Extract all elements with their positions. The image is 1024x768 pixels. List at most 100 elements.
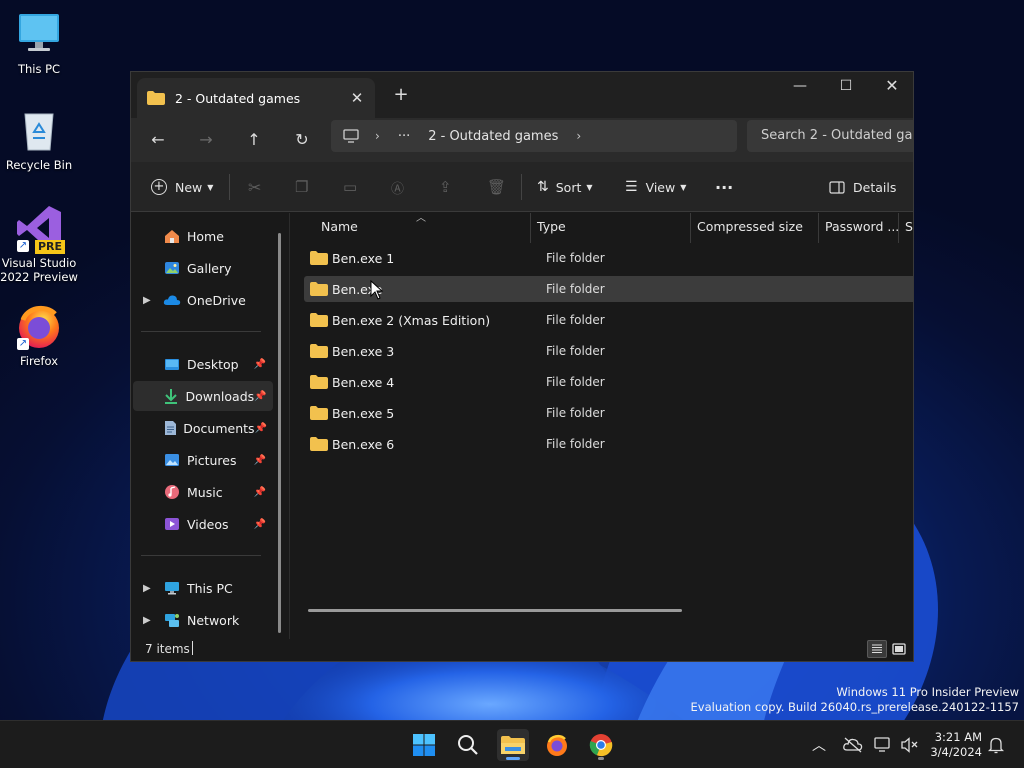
column-password[interactable]: Password ... [819,213,899,243]
file-row[interactable]: Ben.exe 1 File folder [304,245,913,271]
file-name: Ben.exe 2 (Xmas Edition) [332,312,491,328]
gallery-icon [163,259,181,277]
desktop-icon-recycle-bin[interactable]: Recycle Bin [0,106,78,172]
folder-icon [310,437,328,451]
column-type[interactable]: Type [531,213,691,243]
visual-studio-icon: PRE ↗ [15,204,65,254]
view-button[interactable]: ☰ View ▼ [625,176,686,198]
nav-item-documents[interactable]: Documents 📌 [133,413,273,443]
windows-logo-icon [413,734,435,756]
file-row[interactable]: Ben.exe 5 File folder [304,400,913,426]
column-size[interactable]: Si [899,213,913,243]
pin-icon[interactable]: 📌 [253,359,267,370]
taskbar-firefox[interactable] [541,729,573,761]
notification-bell-icon[interactable] [988,736,1004,754]
nav-item-music[interactable]: Music 📌 [133,477,273,507]
close-tab-icon[interactable]: ✕ [347,89,367,107]
nav-item-desktop[interactable]: Desktop 📌 [133,349,273,379]
paste-button[interactable]: ▭ [343,176,357,198]
file-row[interactable]: Ben.exe 4 File folder [304,369,913,395]
pin-icon[interactable]: 📌 [255,423,267,434]
taskbar-chrome[interactable] [585,729,617,761]
file-type: File folder [546,406,605,420]
file-name: Ben.exe 4 [332,374,395,390]
desktop-icon-firefox[interactable]: ↗ Firefox [0,302,78,368]
document-icon [163,419,177,437]
divider [141,331,261,332]
refresh-button[interactable]: ↻ [287,126,317,154]
chevron-right-icon[interactable]: › [375,129,380,143]
minimize-button[interactable]: — [777,72,823,102]
chevron-up-icon[interactable]: ︿ [812,735,826,755]
forward-button[interactable]: → [191,126,221,154]
nav-item-network[interactable]: ▶ Network [133,605,273,635]
more-options-button[interactable]: ··· [715,176,733,198]
desktop-icon-this-pc[interactable]: This PC [0,10,78,76]
network-status-icon[interactable] [874,737,892,753]
details-pane-icon [829,180,845,194]
download-icon [163,387,180,405]
desktop-icon-visual-studio[interactable]: PRE ↗ Visual Studio 2022 Preview [0,204,78,284]
chevron-right-icon[interactable]: ▶ [143,615,151,626]
new-button[interactable]: + New ▼ [151,176,213,198]
back-button[interactable]: ← [143,126,173,154]
nav-item-pictures[interactable]: Pictures 📌 [133,445,273,475]
details-view-button[interactable] [867,640,887,658]
horizontal-scrollbar[interactable] [308,609,682,612]
home-icon [163,227,181,245]
plus-circle-icon: + [151,179,167,195]
search-icon [458,735,478,755]
file-row[interactable]: Ben.exe 6 File folder [304,431,913,457]
search-input[interactable]: Search 2 - Outdated games [747,120,913,152]
details-pane-button[interactable]: Details [829,176,896,198]
file-row[interactable]: Ben.exe File folder [304,276,913,302]
clock[interactable]: 3:21 AM 3/4/2024 [930,730,982,760]
tiles-view-button[interactable] [889,640,909,658]
search-button[interactable] [452,729,484,761]
up-button[interactable]: ↑ [239,126,269,154]
pin-icon[interactable]: 📌 [253,487,267,498]
pin-icon[interactable]: 📌 [254,391,267,402]
folder-icon [310,282,328,296]
copy-button[interactable]: ❐ [295,176,308,198]
chevron-right-icon[interactable]: › [576,129,581,143]
nav-item-downloads[interactable]: Downloads 📌 [133,381,273,411]
pin-icon[interactable]: 📌 [253,455,267,466]
nav-scrollbar[interactable] [278,233,281,633]
tab-title: 2 - Outdated games [175,90,301,106]
column-name[interactable]: Name [315,213,531,243]
sort-button[interactable]: ⇅ Sort ▼ [537,176,593,198]
share-button[interactable]: ⇪ [439,176,452,198]
folder-icon [310,313,328,327]
nav-item-this-pc[interactable]: ▶ This PC [133,573,273,603]
maximize-button[interactable]: ☐ [823,72,869,102]
file-row[interactable]: Ben.exe 3 File folder [304,338,913,364]
volume-muted-icon[interactable] [901,737,919,753]
close-window-button[interactable]: ✕ [869,72,913,102]
nav-item-videos[interactable]: Videos 📌 [133,509,273,539]
cloud-offline-icon[interactable] [843,737,863,753]
rename-button[interactable]: Ⓐ [391,176,404,198]
delete-button[interactable]: 🗑 [487,176,506,198]
tab-outdated-games[interactable]: 2 - Outdated games ✕ [137,78,375,118]
chevron-right-icon[interactable]: ▶ [143,583,151,594]
title-bar: 2 - Outdated games ✕ + — ☐ ✕ [131,72,913,118]
start-button[interactable] [408,729,440,761]
column-compressed-size[interactable]: Compressed size [691,213,819,243]
chevron-down-icon: ▼ [207,182,214,192]
pin-icon[interactable]: 📌 [253,519,267,530]
cut-button[interactable]: ✂ [248,176,261,198]
chevron-right-icon[interactable]: ▶ [143,295,151,306]
shortcut-arrow-icon: ↗ [17,240,29,252]
nav-item-onedrive[interactable]: ▶ OneDrive [133,285,273,315]
file-row[interactable]: Ben.exe 2 (Xmas Edition) File folder [304,307,913,333]
new-tab-button[interactable]: + [389,84,413,108]
file-type: File folder [546,251,605,265]
nav-item-home[interactable]: Home [133,221,273,251]
breadcrumb-current[interactable]: 2 - Outdated games [428,129,558,144]
address-bar[interactable]: › ··· 2 - Outdated games › [331,120,737,152]
nav-item-gallery[interactable]: Gallery [133,253,273,283]
divider [229,174,230,200]
breadcrumb-ellipsis[interactable]: ··· [398,129,410,144]
taskbar-file-explorer[interactable] [497,729,529,761]
